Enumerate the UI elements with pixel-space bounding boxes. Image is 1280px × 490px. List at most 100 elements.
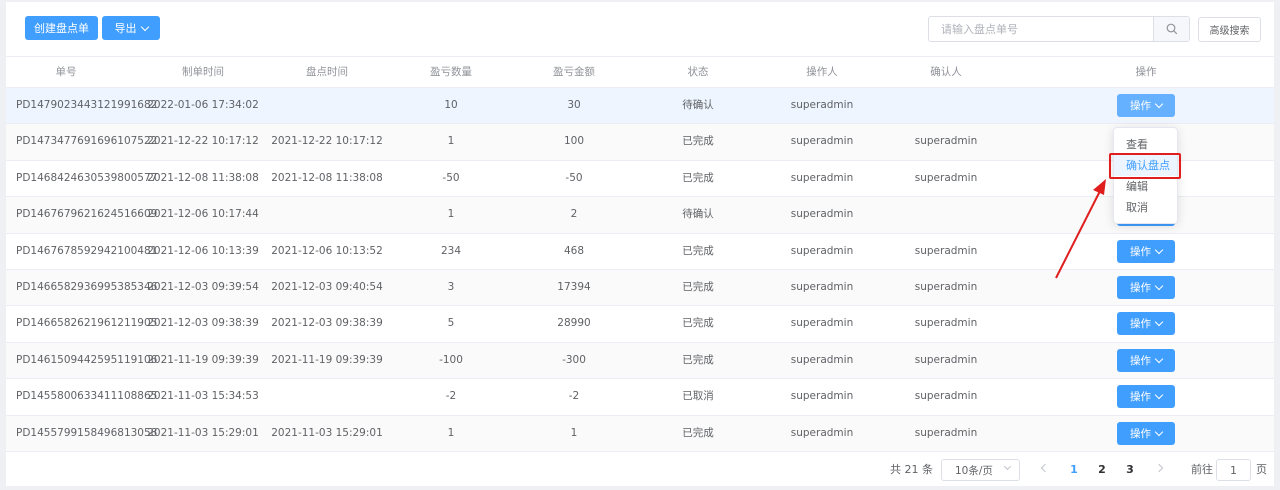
cell-qty: -2	[445, 390, 457, 403]
cell-qty: -100	[439, 353, 463, 366]
cell-operator: superadmin	[790, 99, 854, 111]
chevron-down-icon	[1154, 354, 1164, 363]
cell-confirmer: superadmin	[914, 390, 978, 403]
cell-qty: 1	[447, 135, 455, 148]
cell-amount: 2	[570, 208, 578, 221]
goto-page-input[interactable]	[1216, 459, 1251, 481]
cell-qty: 10	[444, 99, 458, 111]
annotation-highlight-box	[1109, 153, 1181, 179]
cell-operator: superadmin	[790, 426, 854, 439]
row-action-label: 操作	[1130, 354, 1151, 367]
table-row: PD1455800633411108865 2021-11-03 15:34:53…	[6, 379, 1274, 416]
cell-created: 2021-12-06 10:13:39	[147, 244, 259, 257]
cell-id: PD1466582621961211905	[16, 317, 158, 330]
cell-operator: superadmin	[790, 353, 854, 366]
export-button[interactable]: 导出	[102, 16, 160, 40]
table-row: PD1455799158496813058 2021-11-03 15:29:01…	[6, 415, 1274, 452]
column-header-diff-amount: 盈亏金额	[553, 66, 595, 78]
page-number-3[interactable]: 3	[1126, 454, 1134, 486]
cell-id: PD1467679621624516609	[16, 208, 158, 221]
cell-qty: 1	[447, 426, 455, 439]
cell-confirmer: superadmin	[914, 317, 978, 330]
table-row: PD1466582621961211905 2021-12-03 09:38:39…	[6, 306, 1274, 343]
page-size-select[interactable]: 10条/页	[941, 459, 1020, 481]
row-action-button[interactable]: 操作	[1117, 275, 1175, 299]
chevron-right-icon[interactable]	[1154, 463, 1164, 473]
menu-item-cancel[interactable]: 取消	[1114, 197, 1177, 218]
search-button[interactable]	[1153, 17, 1189, 41]
cell-amount: -50	[565, 171, 583, 184]
row-action-label: 操作	[1130, 427, 1151, 440]
chevron-down-icon	[1154, 427, 1164, 436]
column-header-status: 状态	[687, 66, 709, 78]
cell-amount: 468	[563, 244, 585, 257]
cell-created: 2021-12-08 11:38:08	[147, 171, 259, 184]
cell-status: 已取消	[682, 390, 714, 403]
cell-amount: -2	[568, 390, 580, 403]
cell-status: 已完成	[682, 317, 714, 330]
cell-created: 2021-12-06 10:17:44	[147, 208, 259, 221]
table-row: PD1466582936995385346 2021-12-03 09:39:54…	[6, 269, 1274, 307]
row-action-button[interactable]: 操作	[1117, 312, 1175, 336]
cell-operator: superadmin	[790, 280, 854, 293]
cell-counted: 2021-12-03 09:38:39	[271, 317, 383, 330]
menu-item-edit[interactable]: 编辑	[1114, 176, 1177, 197]
chevron-left-icon[interactable]	[1040, 463, 1050, 473]
column-header-count-time: 盘点时间	[306, 66, 348, 78]
inventory-panel: 创建盘点单 导出 高级搜索 单号 制单时间 盘点时间 盈亏数量 盈亏金额 状态 …	[6, 2, 1274, 486]
table-row: PD1461509442595119106 2021-11-19 09:39:39…	[6, 342, 1274, 380]
cell-id: PD1467678592942100481	[16, 244, 158, 257]
cell-status: 已完成	[682, 171, 714, 184]
cell-amount: 28990	[557, 317, 591, 330]
goto-label: 前往	[1191, 463, 1213, 476]
cell-qty: 1	[447, 208, 455, 221]
row-action-label: 操作	[1130, 100, 1151, 112]
pagination: 共 21 条 10条/页 1 2 3 前往 页	[6, 454, 1274, 486]
cell-created: 2021-11-03 15:29:01	[147, 426, 259, 439]
table-row: PD1467678592942100481 2021-12-06 10:13:39…	[6, 234, 1274, 270]
row-action-label: 操作	[1130, 281, 1151, 294]
page-number-2[interactable]: 2	[1098, 454, 1106, 486]
cell-operator: superadmin	[790, 171, 854, 184]
search-box	[928, 16, 1190, 42]
cell-status: 待确认	[682, 99, 714, 111]
menu-item-view[interactable]: 查看	[1114, 134, 1177, 155]
column-header-confirmer: 确认人	[930, 66, 962, 78]
row-action-label: 操作	[1130, 391, 1151, 404]
cell-status: 待确认	[682, 208, 714, 221]
table-row: PD1467679621624516609 2021-12-06 10:17:44…	[6, 197, 1274, 234]
cell-amount: -300	[562, 353, 586, 366]
cell-amount: 1	[570, 426, 578, 439]
chevron-down-icon	[1154, 281, 1164, 291]
row-action-button[interactable]: 操作	[1117, 94, 1175, 117]
cell-qty: 3	[447, 280, 455, 293]
cell-id: PD1455800633411108865	[16, 390, 158, 403]
row-action-label: 操作	[1130, 245, 1151, 258]
page-number-1[interactable]: 1	[1070, 454, 1078, 486]
cell-counted: 2021-11-03 15:29:01	[271, 426, 383, 439]
cell-status: 已完成	[682, 426, 714, 439]
table-row: PD1468424630539800577 2021-12-08 11:38:08…	[6, 161, 1274, 198]
cell-confirmer: superadmin	[914, 244, 978, 257]
row-action-button[interactable]: 操作	[1117, 239, 1175, 263]
row-action-button[interactable]: 操作	[1117, 385, 1175, 409]
cell-counted: 2021-11-19 09:39:39	[271, 353, 383, 366]
chevron-down-icon	[1154, 99, 1164, 109]
page-size-value: 10条/页	[955, 464, 993, 477]
cell-created: 2021-11-03 15:34:53	[147, 390, 259, 403]
cell-id: PD1479023443121991682	[16, 99, 158, 111]
table-row: PD1473477691696107522 2021-12-22 10:17:12…	[6, 124, 1274, 161]
column-header-created-time: 制单时间	[182, 66, 224, 78]
cell-status: 已完成	[682, 280, 714, 293]
cell-counted: 2021-12-03 09:40:54	[271, 280, 383, 293]
search-input[interactable]	[929, 17, 1153, 41]
cell-id: PD1473477691696107522	[16, 135, 158, 148]
cell-status: 已完成	[682, 135, 714, 148]
cell-created: 2021-12-03 09:38:39	[147, 317, 259, 330]
row-action-button[interactable]: 操作	[1117, 421, 1175, 445]
cell-counted: 2021-12-08 11:38:08	[271, 171, 383, 184]
create-inventory-button[interactable]: 创建盘点单	[25, 16, 98, 40]
column-header-order-no: 单号	[55, 66, 77, 78]
advanced-search-button[interactable]: 高级搜索	[1198, 17, 1261, 42]
row-action-button[interactable]: 操作	[1117, 348, 1175, 372]
